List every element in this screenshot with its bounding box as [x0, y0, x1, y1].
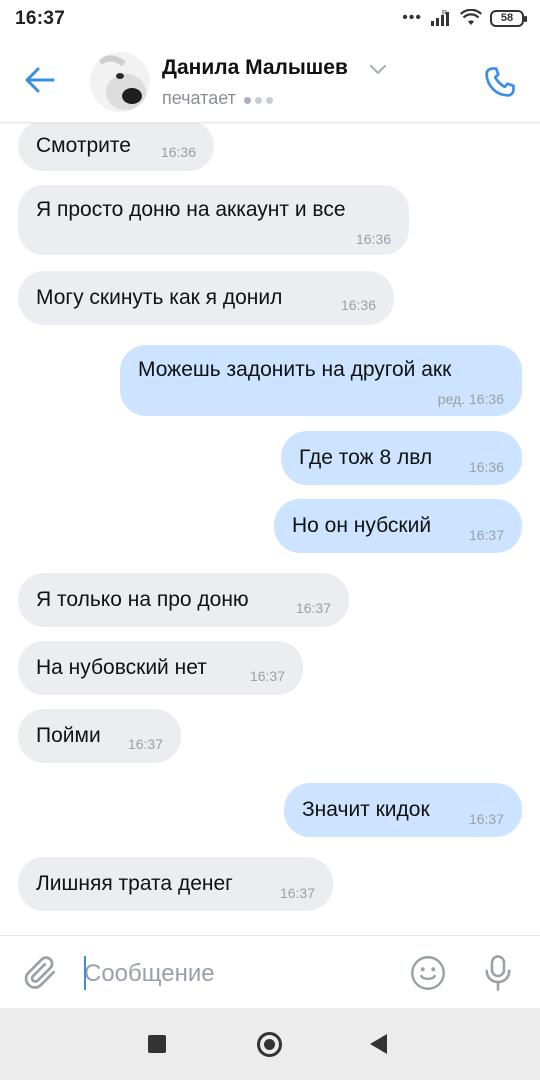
message-bubble-incoming[interactable]: Смотрите 16:36: [18, 123, 214, 171]
svg-text:R: R: [442, 10, 447, 17]
message-bubble-incoming[interactable]: Я просто доню на аккаунт и все 16:36: [18, 185, 409, 255]
message-time: 16:36: [160, 144, 196, 160]
composer: [0, 935, 540, 1008]
message-time: 16:37: [127, 736, 163, 752]
message-text: Но он нубский: [292, 514, 432, 537]
message-text: Смотрите: [36, 134, 131, 157]
voice-message-button[interactable]: [480, 953, 516, 998]
paperclip-icon: [24, 956, 56, 989]
system-back-button[interactable]: [370, 1034, 387, 1054]
message-text: Я просто доню на аккаунт и все: [36, 198, 346, 221]
typing-dots-icon: [243, 88, 277, 109]
message-bubble-outgoing[interactable]: Где тож 8 лвл 16:36: [281, 431, 522, 485]
message-time: 16:37: [295, 600, 331, 616]
message-bubble-incoming[interactable]: Могу скинуть как я донил 16:36: [18, 271, 394, 325]
signal-icon: R: [431, 10, 449, 26]
message-bubble-incoming[interactable]: Пойми 16:37: [18, 709, 181, 763]
back-button[interactable]: [18, 58, 62, 102]
message-bubble-incoming[interactable]: На нубовский нет 16:37: [18, 641, 303, 695]
message-text: Можешь задонить на другой акк: [138, 358, 452, 381]
emoji-button[interactable]: [410, 955, 446, 996]
attach-button[interactable]: [22, 954, 60, 997]
message-time: ред. 16:36: [437, 391, 504, 407]
system-nav-bar: [0, 1008, 540, 1080]
message-text: Могу скинуть как я донил: [36, 286, 283, 309]
home-button[interactable]: [257, 1032, 282, 1057]
smiley-icon: [411, 956, 445, 990]
message-time: 16:37: [468, 811, 504, 827]
message-text: Лишняя трата денег: [36, 872, 233, 895]
message-text: Где тож 8 лвл: [299, 446, 433, 469]
message-bubble-incoming[interactable]: Лишняя трата денег 16:37: [18, 857, 333, 911]
message-time: 16:36: [340, 297, 376, 313]
microphone-icon: [485, 955, 511, 991]
message-text: Пойми: [36, 724, 101, 747]
message-input[interactable]: [84, 956, 384, 992]
message-time: 16:37: [279, 885, 315, 901]
message-list[interactable]: Смотрите 16:36 Я просто доню на аккаунт …: [0, 123, 540, 935]
message-time: 16:37: [468, 527, 504, 543]
dots-icon: •••: [402, 9, 422, 26]
message-time: 16:37: [249, 668, 285, 684]
message-text: Значит кидок: [302, 798, 430, 821]
status-bar: 16:37 ••• R 58: [0, 0, 540, 36]
text-caret: [84, 956, 86, 990]
contact-name[interactable]: Данила Малышев: [162, 56, 348, 80]
message-bubble-outgoing[interactable]: Но он нубский 16:37: [274, 499, 522, 553]
message-bubble-incoming[interactable]: Я только на про доню 16:37: [18, 573, 349, 627]
phone-icon: [485, 67, 515, 97]
chevron-down-icon[interactable]: [369, 64, 387, 76]
call-button[interactable]: [478, 60, 522, 104]
recents-button[interactable]: [148, 1035, 166, 1053]
typing-status: печатает: [162, 88, 277, 109]
message-time: 16:36: [468, 459, 504, 475]
message-bubble-outgoing[interactable]: Значит кидок 16:37: [284, 783, 522, 837]
wifi-icon: [460, 9, 482, 25]
dog-avatar-icon: [90, 52, 150, 112]
message-text: На нубовский нет: [36, 656, 207, 679]
message-text: Я только на про доню: [36, 588, 249, 611]
arrow-left-icon: [25, 67, 55, 93]
status-time: 16:37: [15, 8, 66, 29]
avatar[interactable]: [90, 52, 150, 112]
status-icons: ••• R 58: [402, 8, 527, 28]
typing-label: печатает: [162, 88, 236, 108]
chat-header: Данила Малышев печатает: [0, 36, 540, 123]
message-bubble-outgoing[interactable]: Можешь задонить на другой акк ред. 16:36: [120, 345, 522, 416]
message-time: 16:36: [355, 231, 391, 247]
battery-icon: 58: [490, 9, 527, 27]
